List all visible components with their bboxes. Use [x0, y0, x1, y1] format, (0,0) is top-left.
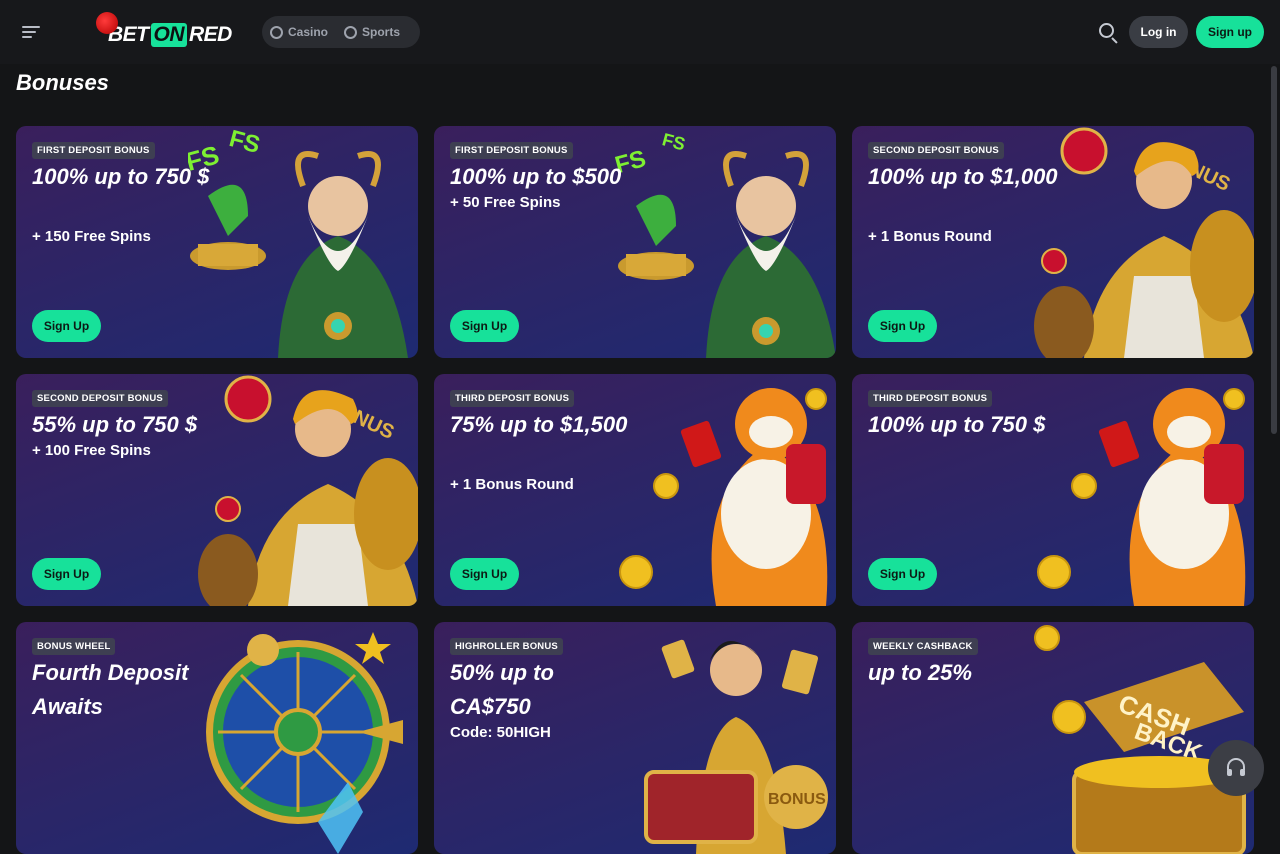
bonus-title: 50% up to CA$750 [450, 660, 554, 719]
roulette-ball-icon [96, 12, 118, 34]
bonus-title: Fourth Deposit Awaits [32, 660, 189, 719]
signup-button[interactable]: Sign Up [868, 310, 937, 342]
product-switcher: Casino Sports [262, 16, 420, 48]
svg-text:BONUS: BONUS [768, 791, 826, 808]
site-logo[interactable]: BET ON RED [96, 12, 232, 52]
bonus-title: 55% up to 750 $ [32, 412, 198, 437]
logo-text-red: RED [189, 23, 232, 46]
bonus-subtitle: + 1 Bonus Round [868, 228, 992, 245]
bonus-title: 100% up to 750 $ [32, 164, 210, 189]
bonus-subtitle: Code: 50HIGH [450, 724, 551, 741]
signup-button[interactable]: Sign Up [450, 558, 519, 590]
bonus-card[interactable]: BONUS SECOND DEPOSIT BONUS 55% up to 750… [16, 374, 418, 606]
login-button[interactable]: Log in [1129, 16, 1188, 48]
top-header: BET ON RED Casino Sports Log in Sign up [0, 0, 1280, 64]
bonus-badge: SECOND DEPOSIT BONUS [868, 142, 1004, 159]
bonus-card[interactable]: BONUS HIGHROLLER BONUS 50% up to CA$750 … [434, 622, 836, 854]
bonus-title: 100% up to 750 $ [868, 412, 1046, 437]
signup-button[interactable]: Sign Up [32, 310, 101, 342]
page-scrollbar[interactable] [1271, 66, 1277, 434]
bonus-title: 100% up to $500 [450, 164, 622, 189]
nav-casino[interactable]: Casino [262, 25, 336, 39]
bonus-badge: SECOND DEPOSIT BONUS [32, 390, 168, 407]
bonus-title: up to 25% [868, 660, 972, 685]
headset-icon [1227, 758, 1245, 776]
tiger-art [619, 388, 828, 606]
bonus-badge: HIGHROLLER BONUS [450, 638, 563, 655]
signup-button[interactable]: Sign Up [450, 310, 519, 342]
bonus-subtitle: + 50 Free Spins [450, 194, 561, 211]
search-icon[interactable] [1098, 22, 1120, 44]
bonus-badge: WEEKLY CASHBACK [868, 638, 978, 655]
bonus-badge: THIRD DEPOSIT BONUS [450, 390, 575, 407]
nav-sports[interactable]: Sports [336, 25, 408, 39]
bonus-card[interactable]: BONUS SECOND DEPOSIT BONUS 100% up to $1… [852, 126, 1254, 358]
nav-sports-label: Sports [362, 25, 401, 39]
nav-casino-label: Casino [288, 25, 329, 39]
bonus-card[interactable]: THIRD DEPOSIT BONUS 100% up to 750 $ Sig… [852, 374, 1254, 606]
bonus-title: 100% up to $1,000 [868, 164, 1058, 189]
signup-button[interactable]: Sign up [1196, 16, 1264, 48]
bonus-card[interactable]: FS FS FIRST DEPOSIT BONUS 100% up to 750… [16, 126, 418, 358]
logo-text-on: ON [150, 23, 187, 47]
bonus-card[interactable]: THIRD DEPOSIT BONUS 75% up to $1,500 + 1… [434, 374, 836, 606]
bonus-card[interactable]: FS FS FIRST DEPOSIT BONUS 100% up to $50… [434, 126, 836, 358]
bonus-card[interactable]: CASH BACK WEEKLY CASHBACK up to 25% [852, 622, 1254, 854]
soccer-ball-icon [344, 25, 358, 39]
hamburger-menu-icon[interactable] [22, 24, 42, 40]
svg-text:FS: FS [660, 129, 687, 154]
bonus-card[interactable]: BONUS WHEEL Fourth Deposit Awaits [16, 622, 418, 854]
casino-chip-icon [270, 25, 283, 39]
signup-button[interactable]: Sign Up [868, 558, 937, 590]
bonus-badge: FIRST DEPOSIT BONUS [32, 142, 155, 159]
bonus-subtitle: + 100 Free Spins [32, 442, 151, 459]
svg-text:FS: FS [226, 126, 263, 159]
page-title: Bonuses [16, 70, 109, 95]
bonus-badge: THIRD DEPOSIT BONUS [868, 390, 993, 407]
treasure-art: BONUS [644, 639, 828, 854]
bonus-subtitle: + 150 Free Spins [32, 228, 151, 245]
bonus-badge: FIRST DEPOSIT BONUS [450, 142, 573, 159]
bonus-subtitle: + 1 Bonus Round [450, 476, 574, 493]
wheel-art [206, 632, 403, 854]
bonus-badge: BONUS WHEEL [32, 638, 116, 655]
signup-button[interactable]: Sign Up [32, 558, 101, 590]
support-chat-button[interactable] [1208, 740, 1264, 796]
bonus-title: 75% up to $1,500 [450, 412, 628, 437]
